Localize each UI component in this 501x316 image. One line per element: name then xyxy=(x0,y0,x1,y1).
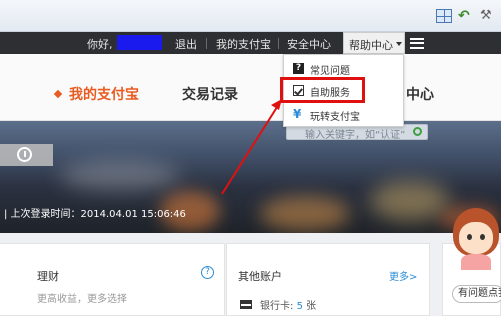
arrow-head xyxy=(271,99,282,110)
arrow-line xyxy=(221,103,280,195)
annotation-arrow xyxy=(221,99,282,195)
